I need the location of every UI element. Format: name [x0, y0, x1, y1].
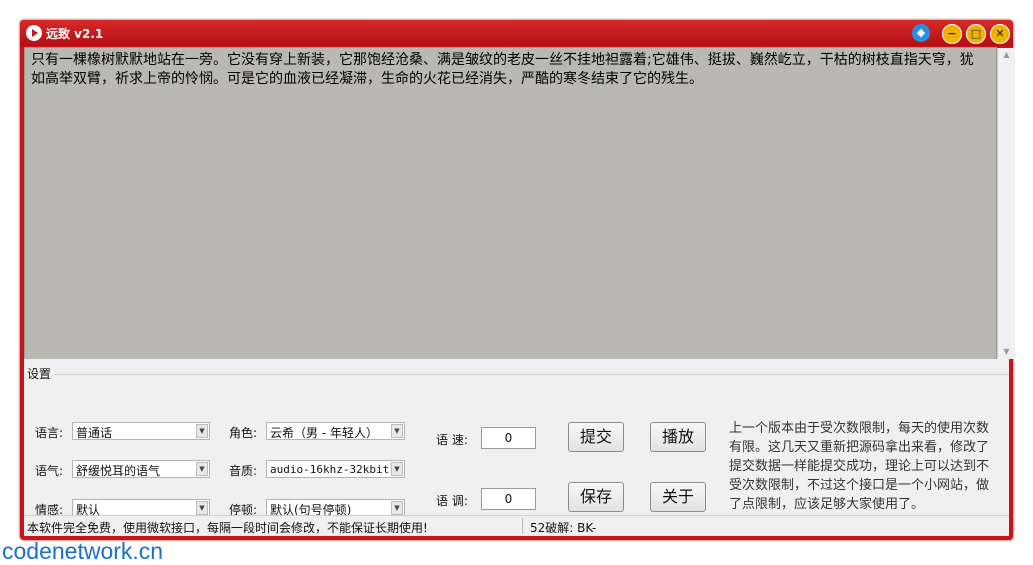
pitch-label: 语 调: [436, 494, 468, 508]
role-select[interactable]: 云希（男 - 年轻人） ▼ [266, 422, 405, 440]
language-select[interactable]: 普通话 ▼ [72, 422, 210, 440]
tone-select[interactable]: 舒缓悦耳的语气 ▼ [72, 460, 210, 478]
group-divider [54, 374, 1009, 375]
vertical-scrollbar[interactable]: ▲ ▼ [997, 48, 1015, 359]
app-logo-icon [26, 25, 42, 41]
language-value: 普通话 [76, 426, 113, 440]
play-button[interactable]: 播放 [650, 422, 706, 452]
scroll-down-icon[interactable]: ▼ [998, 345, 1015, 359]
about-button[interactable]: 关于 [650, 482, 706, 512]
status-left-text: 本软件完全免费，使用微软接口，每隔一段时间会修改，不能保证长期使用! [27, 521, 428, 535]
maximize-icon[interactable]: □ [966, 24, 986, 44]
close-icon[interactable]: ✕ [990, 24, 1010, 44]
chevron-down-icon[interactable]: ▼ [391, 424, 403, 438]
save-button[interactable]: 保存 [568, 482, 624, 512]
text-editor[interactable]: 只有一棵橡树默默地站在一旁。它没有穿上新装，它那饱经沧桑、满是皱纹的老皮一丝不挂… [24, 47, 1015, 360]
settings-panel: 设置 语言: 普通话 ▼ 语气: 舒缓悦耳的语气 ▼ 情感: 默认 ▼ 角色: … [24, 359, 1009, 517]
skin-icon[interactable]: ◆ [912, 24, 930, 42]
description-text: 上一个版本由于受次数限制，每天的使用次数有限。这几天又重新把源码拿出来看，修改了… [729, 421, 990, 512]
pitch-input[interactable]: 0 [481, 488, 536, 510]
chevron-down-icon[interactable]: ▼ [391, 501, 403, 515]
role-value: 云希（男 - 年轻人） [270, 426, 378, 440]
speed-input[interactable]: 0 [481, 427, 536, 449]
language-label: 语言: [35, 426, 64, 440]
status-right-text: 52破解: BK- [530, 521, 597, 535]
quality-select[interactable]: audio-16khz-32kbitr ▼ [266, 460, 405, 478]
role-label: 角色: [229, 426, 258, 440]
tone-label: 语气: [35, 464, 64, 478]
settings-group-label: 设置 [27, 367, 52, 381]
chevron-down-icon[interactable]: ▼ [196, 424, 208, 438]
chevron-down-icon[interactable]: ▼ [196, 501, 208, 515]
status-bar: 本软件完全免费，使用微软接口，每隔一段时间会修改，不能保证长期使用! 52破解:… [24, 515, 1009, 536]
title-bar[interactable]: 远致 v2.1 ◆ − □ ✕ [20, 20, 1013, 46]
editor-text[interactable]: 只有一棵橡树默默地站在一旁。它没有穿上新装，它那饱经沧桑、满是皱纹的老皮一丝不挂… [31, 51, 981, 89]
quality-label: 音质: [229, 464, 258, 478]
tone-value: 舒缓悦耳的语气 [76, 464, 161, 478]
speed-label: 语 速: [436, 433, 468, 447]
minimize-icon[interactable]: − [942, 24, 962, 44]
quality-value: audio-16khz-32kbitr [270, 463, 396, 476]
chevron-down-icon[interactable]: ▼ [391, 462, 403, 476]
submit-button[interactable]: 提交 [568, 422, 624, 452]
app-window: 远致 v2.1 ◆ − □ ✕ 只有一棵橡树默默地站在一旁。它没有穿上新装，它那… [20, 20, 1015, 540]
status-divider [522, 518, 523, 534]
chevron-down-icon[interactable]: ▼ [196, 462, 208, 476]
window-title: 远致 v2.1 [46, 27, 104, 41]
scroll-up-icon[interactable]: ▲ [998, 48, 1015, 62]
